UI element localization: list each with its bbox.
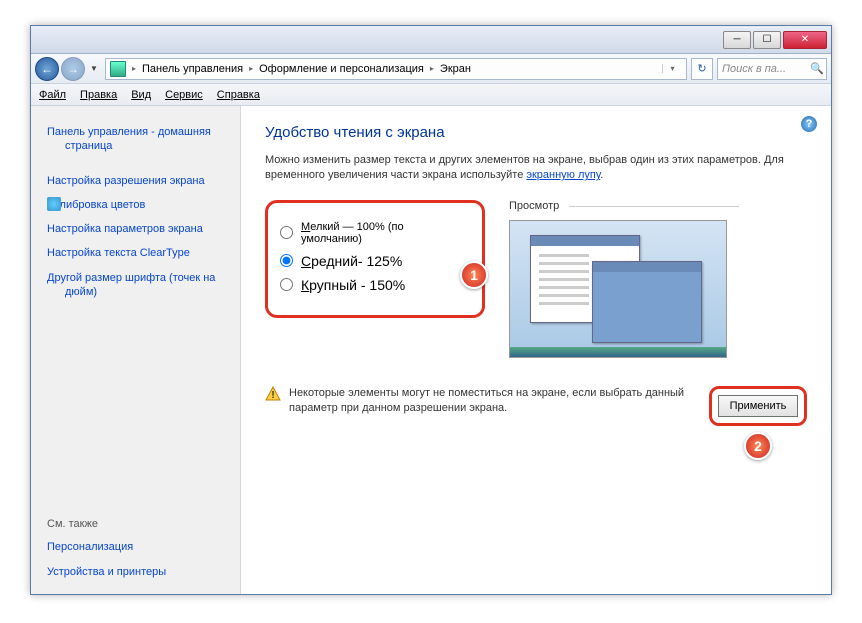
navbar: ← → ▼ ▸ Панель управления ▸ Оформление и… (31, 54, 831, 84)
maximize-button[interactable]: ☐ (753, 31, 781, 49)
minimize-button[interactable]: ─ (723, 31, 751, 49)
radio-medium[interactable] (280, 254, 293, 267)
sidebar-home[interactable]: Панель управления - домашняя страница (47, 120, 230, 159)
sidebar-params[interactable]: Настройка параметров экрана (47, 217, 230, 241)
preview-panel: Просмотр (509, 200, 739, 358)
body: Панель управления - домашняя страница На… (31, 106, 831, 594)
window: ─ ☐ ✕ ← → ▼ ▸ Панель управления ▸ Оформл… (30, 25, 832, 595)
sidebar-devices[interactable]: Устройства и принтеры (47, 560, 230, 584)
chevron-right-icon: ▸ (245, 64, 257, 73)
breadcrumb[interactable]: ▸ Панель управления ▸ Оформление и персо… (105, 58, 687, 80)
scale-options-highlight: Мелкий — 100% (по умолчанию) Средний- 12… (265, 200, 485, 318)
menu-service[interactable]: Сервис (165, 89, 203, 101)
page-title: Удобство чтения с экрана (265, 124, 807, 141)
content: ? Удобство чтения с экрана Можно изменит… (241, 106, 831, 594)
warning-icon: ! (265, 386, 281, 402)
breadcrumb-dropdown[interactable]: ▾ (662, 64, 682, 73)
sidebar: Панель управления - домашняя страница На… (31, 106, 241, 594)
titlebar: ─ ☐ ✕ (31, 26, 831, 54)
help-icon[interactable]: ? (801, 116, 817, 132)
option-large[interactable]: Крупный - 150% (280, 277, 466, 293)
svg-text:!: ! (271, 390, 274, 401)
control-panel-icon (110, 61, 126, 77)
menu-help[interactable]: Справка (217, 89, 260, 101)
preview-window-icon (592, 261, 702, 343)
sidebar-resolution[interactable]: Настройка разрешения экрана (47, 169, 230, 193)
callout-badge-1: 1 (460, 261, 488, 289)
preview-image (509, 220, 727, 358)
refresh-button[interactable]: ↻ (691, 58, 713, 80)
preview-taskbar-icon (510, 347, 726, 357)
breadcrumb-item[interactable]: Экран (440, 63, 471, 75)
sidebar-seealso: См. также (47, 513, 230, 535)
sidebar-dpi[interactable]: Другой размер шрифта (точек на дюйм) (47, 266, 230, 305)
option-medium[interactable]: Средний- 125% (280, 253, 466, 269)
radio-small[interactable] (280, 226, 293, 239)
search-icon: 🔍 (810, 62, 822, 75)
apply-button[interactable]: Применить (718, 395, 798, 417)
option-small[interactable]: Мелкий — 100% (по умолчанию) (280, 221, 466, 245)
nav-history-dropdown[interactable]: ▼ (87, 57, 101, 81)
radio-large[interactable] (280, 278, 293, 291)
back-button[interactable]: ← (35, 57, 59, 81)
chevron-right-icon: ▸ (426, 64, 438, 73)
sidebar-personalize[interactable]: Персонализация (47, 535, 230, 559)
forward-button[interactable]: → (61, 57, 85, 81)
close-button[interactable]: ✕ (783, 31, 827, 49)
apply-highlight: Применить 2 (709, 386, 807, 426)
callout-badge-2: 2 (744, 432, 772, 460)
menu-view[interactable]: Вид (131, 89, 151, 101)
warning-row: ! Некоторые элементы могут не поместитьс… (265, 386, 807, 426)
breadcrumb-item[interactable]: Оформление и персонализация (259, 63, 424, 75)
chevron-right-icon: ▸ (128, 64, 140, 73)
sidebar-cleartype[interactable]: Настройка текста ClearType (47, 241, 230, 265)
menubar: Файл Правка Вид Сервис Справка (31, 84, 831, 106)
sidebar-calibrate[interactable]: Калибровка цветов (47, 193, 230, 217)
breadcrumb-item[interactable]: Панель управления (142, 63, 243, 75)
search-placeholder: Поиск в па... (722, 63, 786, 75)
warning-text: Некоторые элементы могут не поместиться … (289, 386, 701, 417)
preview-label: Просмотр (509, 200, 739, 212)
search-input[interactable]: Поиск в па... 🔍 (717, 58, 827, 80)
page-description: Можно изменить размер текста и других эл… (265, 153, 807, 184)
menu-file[interactable]: Файл (39, 89, 66, 101)
menu-edit[interactable]: Правка (80, 89, 117, 101)
magnifier-link[interactable]: экранную лупу (526, 169, 600, 181)
